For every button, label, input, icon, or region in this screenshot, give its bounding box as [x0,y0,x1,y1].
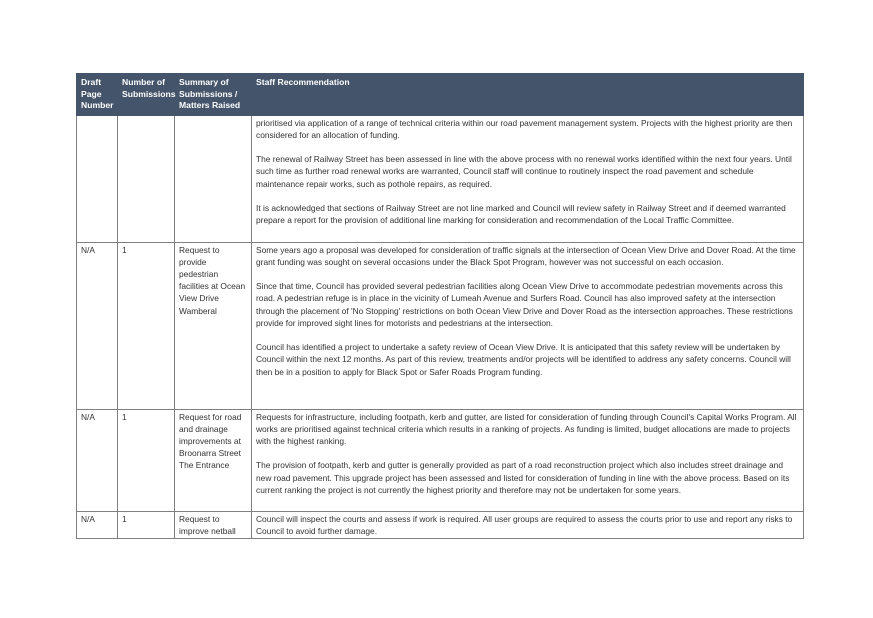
recommendation-paragraph: The provision of footpath, kerb and gutt… [256,460,790,495]
table-row: N/A 1 Request to provide pedestrian faci… [76,241,804,410]
document-page: Draft Page Number Number of Submissions … [0,0,873,618]
table-row: N/A 1 Request to improve netball Council… [76,510,804,539]
cell-recommendation: prioritised via application of a range o… [251,114,804,243]
header-summary-of-submissions: Summary of Submissions / Matters Raised [174,73,252,116]
recommendation-paragraph: Some years ago a proposal was developed … [256,244,796,267]
table-row: N/A 1 Request for road and drainage impr… [76,408,804,512]
cell-draft-page: N/A [76,510,118,539]
header-draft-page-number: Draft Page Number [76,73,118,116]
cell-recommendation: Some years ago a proposal was developed … [251,241,804,410]
cell-draft-page [76,114,118,243]
recommendation-paragraph: Requests for infrastructure, including f… [256,411,797,446]
table-header-row: Draft Page Number Number of Submissions … [76,73,804,116]
cell-number: 1 [117,408,175,512]
cell-number [117,114,175,243]
cell-summary [174,114,252,243]
cell-number: 1 [117,510,175,539]
recommendation-paragraph: The renewal of Railway Street has been a… [256,154,792,189]
cell-recommendation: Council will inspect the courts and asse… [251,510,804,539]
table-row: prioritised via application of a range o… [76,114,804,243]
cell-summary: Request to provide pedestrian facilities… [174,241,252,410]
recommendation-paragraph: It is acknowledged that sections of Rail… [256,202,786,226]
recommendation-paragraph: Council has identified a project to unde… [256,342,791,377]
cell-summary: Request to improve netball [174,510,252,539]
recommendation-paragraph: Council will inspect the courts and asse… [256,513,793,536]
cell-summary: Request for road and drainage improvemen… [174,408,252,512]
header-number-of-submissions: Number of Submissions [117,73,175,116]
cell-recommendation: Requests for infrastructure, including f… [251,408,804,512]
submissions-table: Draft Page Number Number of Submissions … [76,73,804,539]
cell-draft-page: N/A [76,408,118,512]
cell-number: 1 [117,241,175,410]
recommendation-paragraph: Since that time, Council has provided se… [256,281,793,328]
header-staff-recommendation: Staff Recommendation [251,73,804,116]
recommendation-paragraph: prioritised via application of a range o… [256,117,793,140]
cell-draft-page: N/A [76,241,118,410]
